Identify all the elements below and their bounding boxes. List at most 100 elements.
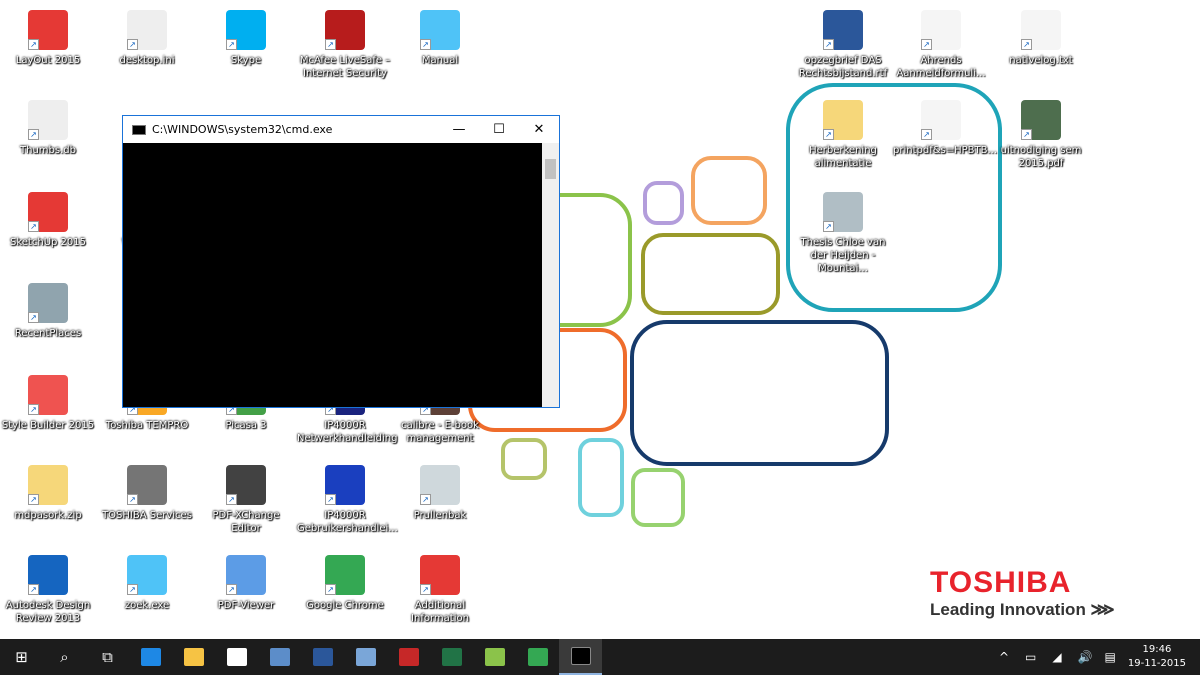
clock[interactable]: 19:46 19-11-2015 — [1128, 643, 1186, 671]
show-hidden-icons-chevron[interactable]: ^ — [999, 650, 1009, 664]
search-button[interactable]: ⌕ — [43, 639, 86, 675]
desktop-icon-label: IP4000R Gebruikershandlei... — [297, 510, 398, 534]
wifi-icon[interactable]: ◢ — [1052, 650, 1061, 664]
taskbar-app-cmd[interactable] — [559, 639, 602, 675]
desktop-icon-label: IP4000R Netwerkhandleiding — [297, 420, 398, 444]
cmd-titlebar[interactable]: C:\WINDOWS\system32\cmd.exe — ☐ ✕ — [123, 116, 559, 143]
desktop-icon-label: Herberkening alimentatie — [809, 145, 877, 169]
cmd-window[interactable]: C:\WINDOWS\system32\cmd.exe — ☐ ✕ — [122, 115, 560, 408]
battery-icon[interactable]: ▭ — [1025, 650, 1036, 664]
taskbar-app-excel[interactable] — [430, 639, 473, 675]
desktop-icon-label: zoek.exe — [124, 600, 170, 611]
app-icon: ↗ — [420, 10, 460, 50]
desktop-icon[interactable]: ↗ PDF-XChange Editor — [198, 465, 294, 535]
desktop-icon-label: Google Chrome — [306, 600, 384, 611]
desktop-icon[interactable]: ↗ TOSHIBA Services — [99, 465, 195, 522]
desktop-icon-label: nativelog.txt — [1009, 55, 1073, 66]
taskbar-app-remote[interactable] — [258, 639, 301, 675]
system-tray: ^ ▭ ◢ 🔊 ▤ 19:46 19-11-2015 — [991, 639, 1200, 675]
app-icon — [355, 648, 376, 666]
desktop-icon[interactable]: ↗ PDF-Viewer — [198, 555, 294, 612]
shortcut-arrow-icon: ↗ — [325, 39, 336, 50]
shortcut-arrow-icon: ↗ — [28, 221, 39, 232]
taskbar-app-edge[interactable] — [129, 639, 172, 675]
desktop-icon[interactable]: ↗ McAfee LiveSafe – Internet Security — [297, 10, 393, 80]
shortcut-arrow-icon: ↗ — [28, 584, 39, 595]
task-view-button[interactable]: ⧉ — [86, 639, 129, 675]
desktop-icon[interactable]: ↗ Autodesk Design Review 2013 — [0, 555, 96, 625]
media-icon — [398, 648, 419, 666]
shortcut-arrow-icon: ↗ — [28, 404, 39, 415]
app-icon: ↗ — [921, 10, 961, 50]
taskbar-app-media[interactable] — [387, 639, 430, 675]
shortcut-arrow-icon: ↗ — [823, 129, 834, 140]
desktop-icon-label: TOSHIBA Services — [102, 510, 192, 521]
desktop-icon[interactable]: ↗ opzegbrief DAS Rechtsbijstand.rtf — [795, 10, 891, 80]
minimize-button[interactable]: — — [439, 122, 479, 137]
app-icon: ↗ — [127, 465, 167, 505]
desktop-icon[interactable]: ↗ uitnodiging sem 2015.pdf — [993, 100, 1089, 170]
shortcut-arrow-icon: ↗ — [823, 39, 834, 50]
desktop-icon[interactable]: ↗ Herberkening alimentatie — [795, 100, 891, 170]
taskbar-app-chrome[interactable] — [516, 639, 559, 675]
shortcut-arrow-icon: ↗ — [28, 129, 39, 140]
app-icon: ↗ — [226, 465, 266, 505]
taskbar: ⊞ ⌕ ⧉ ^ ▭ ◢ 🔊 ▤ 19:46 19-11-2015 — [0, 639, 1200, 675]
app-icon: ↗ — [28, 375, 68, 415]
desktop-icon-label: RecentPlaces — [14, 328, 82, 339]
desktop-icon[interactable]: ↗ Prullenbak — [392, 465, 488, 522]
app-icon: ↗ — [1021, 100, 1061, 140]
desktop-icon[interactable]: ↗ LayOut 2015 — [0, 10, 96, 67]
taskbar-app-picasa[interactable] — [473, 639, 516, 675]
maximize-button[interactable]: ☐ — [479, 122, 519, 137]
desktop-icon-label: Ahrends Aanmeldformuli... — [896, 55, 986, 79]
taskbar-app-file-explorer[interactable] — [172, 639, 215, 675]
shortcut-arrow-icon: ↗ — [226, 584, 237, 595]
chrome-icon — [527, 648, 548, 666]
desktop-icon[interactable]: ↗ RecentPlaces — [0, 283, 96, 340]
desktop-icon[interactable]: ↗ Style Builder 2015 — [0, 375, 96, 432]
desktop-icon[interactable]: ↗ zoek.exe — [99, 555, 195, 612]
start-button[interactable]: ⊞ — [0, 639, 43, 675]
app-icon: ↗ — [28, 192, 68, 232]
desktop-icon-label: Autodesk Design Review 2013 — [5, 600, 91, 624]
app-icon: ↗ — [127, 555, 167, 595]
desktop-icon[interactable]: ↗ Thumbs.db — [0, 100, 96, 157]
app-icon: ↗ — [28, 555, 68, 595]
desktop-icon[interactable]: ↗ Thesis Chloe van der Heijden - Mountai.… — [795, 192, 891, 275]
close-button[interactable]: ✕ — [519, 122, 559, 137]
app-icon: ↗ — [325, 555, 365, 595]
desktop-icon[interactable]: ↗ Additional Information — [392, 555, 488, 625]
scrollbar-thumb[interactable] — [545, 159, 556, 179]
app-icon: ↗ — [127, 10, 167, 50]
shortcut-arrow-icon: ↗ — [28, 39, 39, 50]
desktop-icon[interactable]: ↗ Ahrends Aanmeldformuli... — [893, 10, 989, 80]
desktop-icon-label: Style Builder 2015 — [1, 420, 95, 431]
remote-icon — [269, 648, 290, 666]
app-icon: ↗ — [1021, 10, 1061, 50]
app-icon: ↗ — [28, 283, 68, 323]
app-icon: ↗ — [823, 100, 863, 140]
taskbar-app-store[interactable] — [215, 639, 258, 675]
desktop-icon[interactable]: ↗ IP4000R Gebruikershandlei... — [297, 465, 398, 535]
desktop-icon[interactable]: ↗ Skype — [198, 10, 294, 67]
time: 19:46 — [1142, 644, 1172, 655]
volume-icon[interactable]: 🔊 — [1078, 650, 1093, 664]
desktop-icon[interactable]: ↗ Manual — [392, 10, 488, 67]
desktop-icon[interactable]: ↗ Google Chrome — [297, 555, 393, 612]
taskbar-app-app[interactable] — [344, 639, 387, 675]
desktop-icon[interactable]: ↗ desktop.ini — [99, 10, 195, 67]
notifications-icon[interactable]: ▤ — [1105, 650, 1116, 664]
shortcut-arrow-icon: ↗ — [28, 312, 39, 323]
desktop-icon[interactable]: ↗ printpdf&s=HPBTB... — [893, 100, 997, 157]
taskbar-app-word[interactable] — [301, 639, 344, 675]
desktop-icon[interactable]: ↗ nativelog.txt — [993, 10, 1089, 67]
desktop-icon-label: Manual — [421, 55, 459, 66]
desktop-icon-label: SketchUp 2015 — [10, 237, 86, 248]
desktop-icon[interactable]: ↗ mdpasork.zip — [0, 465, 96, 522]
console-area[interactable] — [123, 143, 542, 407]
shortcut-arrow-icon: ↗ — [325, 494, 336, 505]
scrollbar[interactable] — [542, 143, 559, 407]
desktop-icon-label: Prullenbak — [413, 510, 467, 521]
desktop-icon[interactable]: ↗ SketchUp 2015 — [0, 192, 96, 249]
